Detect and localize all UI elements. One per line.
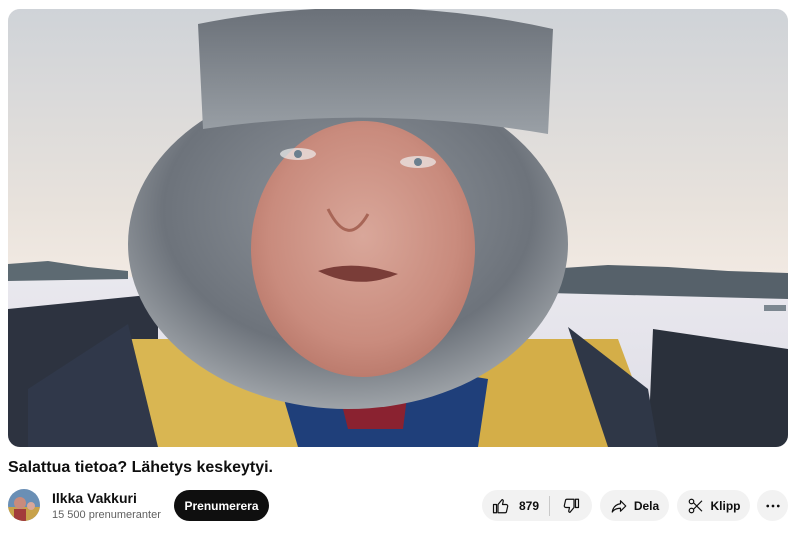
- video-title: Salattua tietoa? Lähetys keskeytyi.: [8, 459, 273, 476]
- like-button[interactable]: 879: [482, 490, 549, 521]
- share-button[interactable]: Dela: [600, 490, 669, 521]
- share-arrow-icon: [610, 497, 628, 515]
- clip-label: Klipp: [710, 498, 741, 513]
- more-dots-icon: [764, 497, 782, 515]
- scissors-icon: [687, 497, 705, 515]
- like-count: 879: [519, 498, 540, 513]
- thumbs-down-icon: [562, 497, 580, 515]
- subscriber-count: 15 500 prenumeranter: [52, 509, 161, 521]
- share-label: Dela: [633, 498, 660, 513]
- dislike-button[interactable]: [550, 490, 592, 521]
- subscribe-button[interactable]: Prenumerera: [174, 490, 269, 521]
- like-dislike-group: 879: [482, 490, 592, 521]
- channel-avatar[interactable]: [8, 489, 40, 521]
- more-actions-button[interactable]: [757, 490, 788, 521]
- thumbs-up-icon: [492, 497, 510, 515]
- avatar-image: [8, 489, 40, 521]
- video-frame: [8, 9, 788, 447]
- clip-button[interactable]: Klipp: [677, 490, 750, 521]
- video-player[interactable]: [8, 9, 788, 447]
- channel-name[interactable]: Ilkka Vakkuri: [52, 490, 137, 506]
